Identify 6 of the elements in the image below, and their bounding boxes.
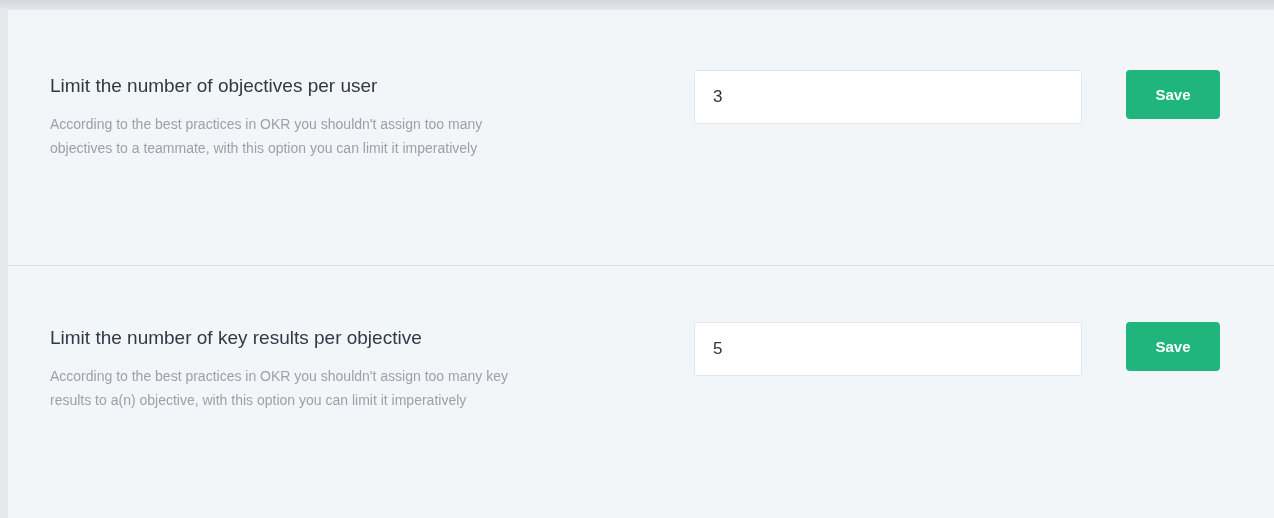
setting-description: According to the best practices in OKR you shouldn't assign too many key results to a(n) objective, with this option you can limit it imperatively bbox=[50, 367, 509, 410]
setting-title: Limit the number of key results per objective bbox=[50, 326, 423, 350]
number-input-field[interactable]: 5 bbox=[694, 322, 1082, 376]
number-input-field[interactable]: 3 bbox=[694, 70, 1082, 124]
setting-title: Limit the number of objectives per user bbox=[50, 74, 379, 98]
setting-description: According to the best practices in OKR you shouldn't assign too many objectives to a teammate, with this option you can limit it imperatively bbox=[50, 115, 484, 158]
